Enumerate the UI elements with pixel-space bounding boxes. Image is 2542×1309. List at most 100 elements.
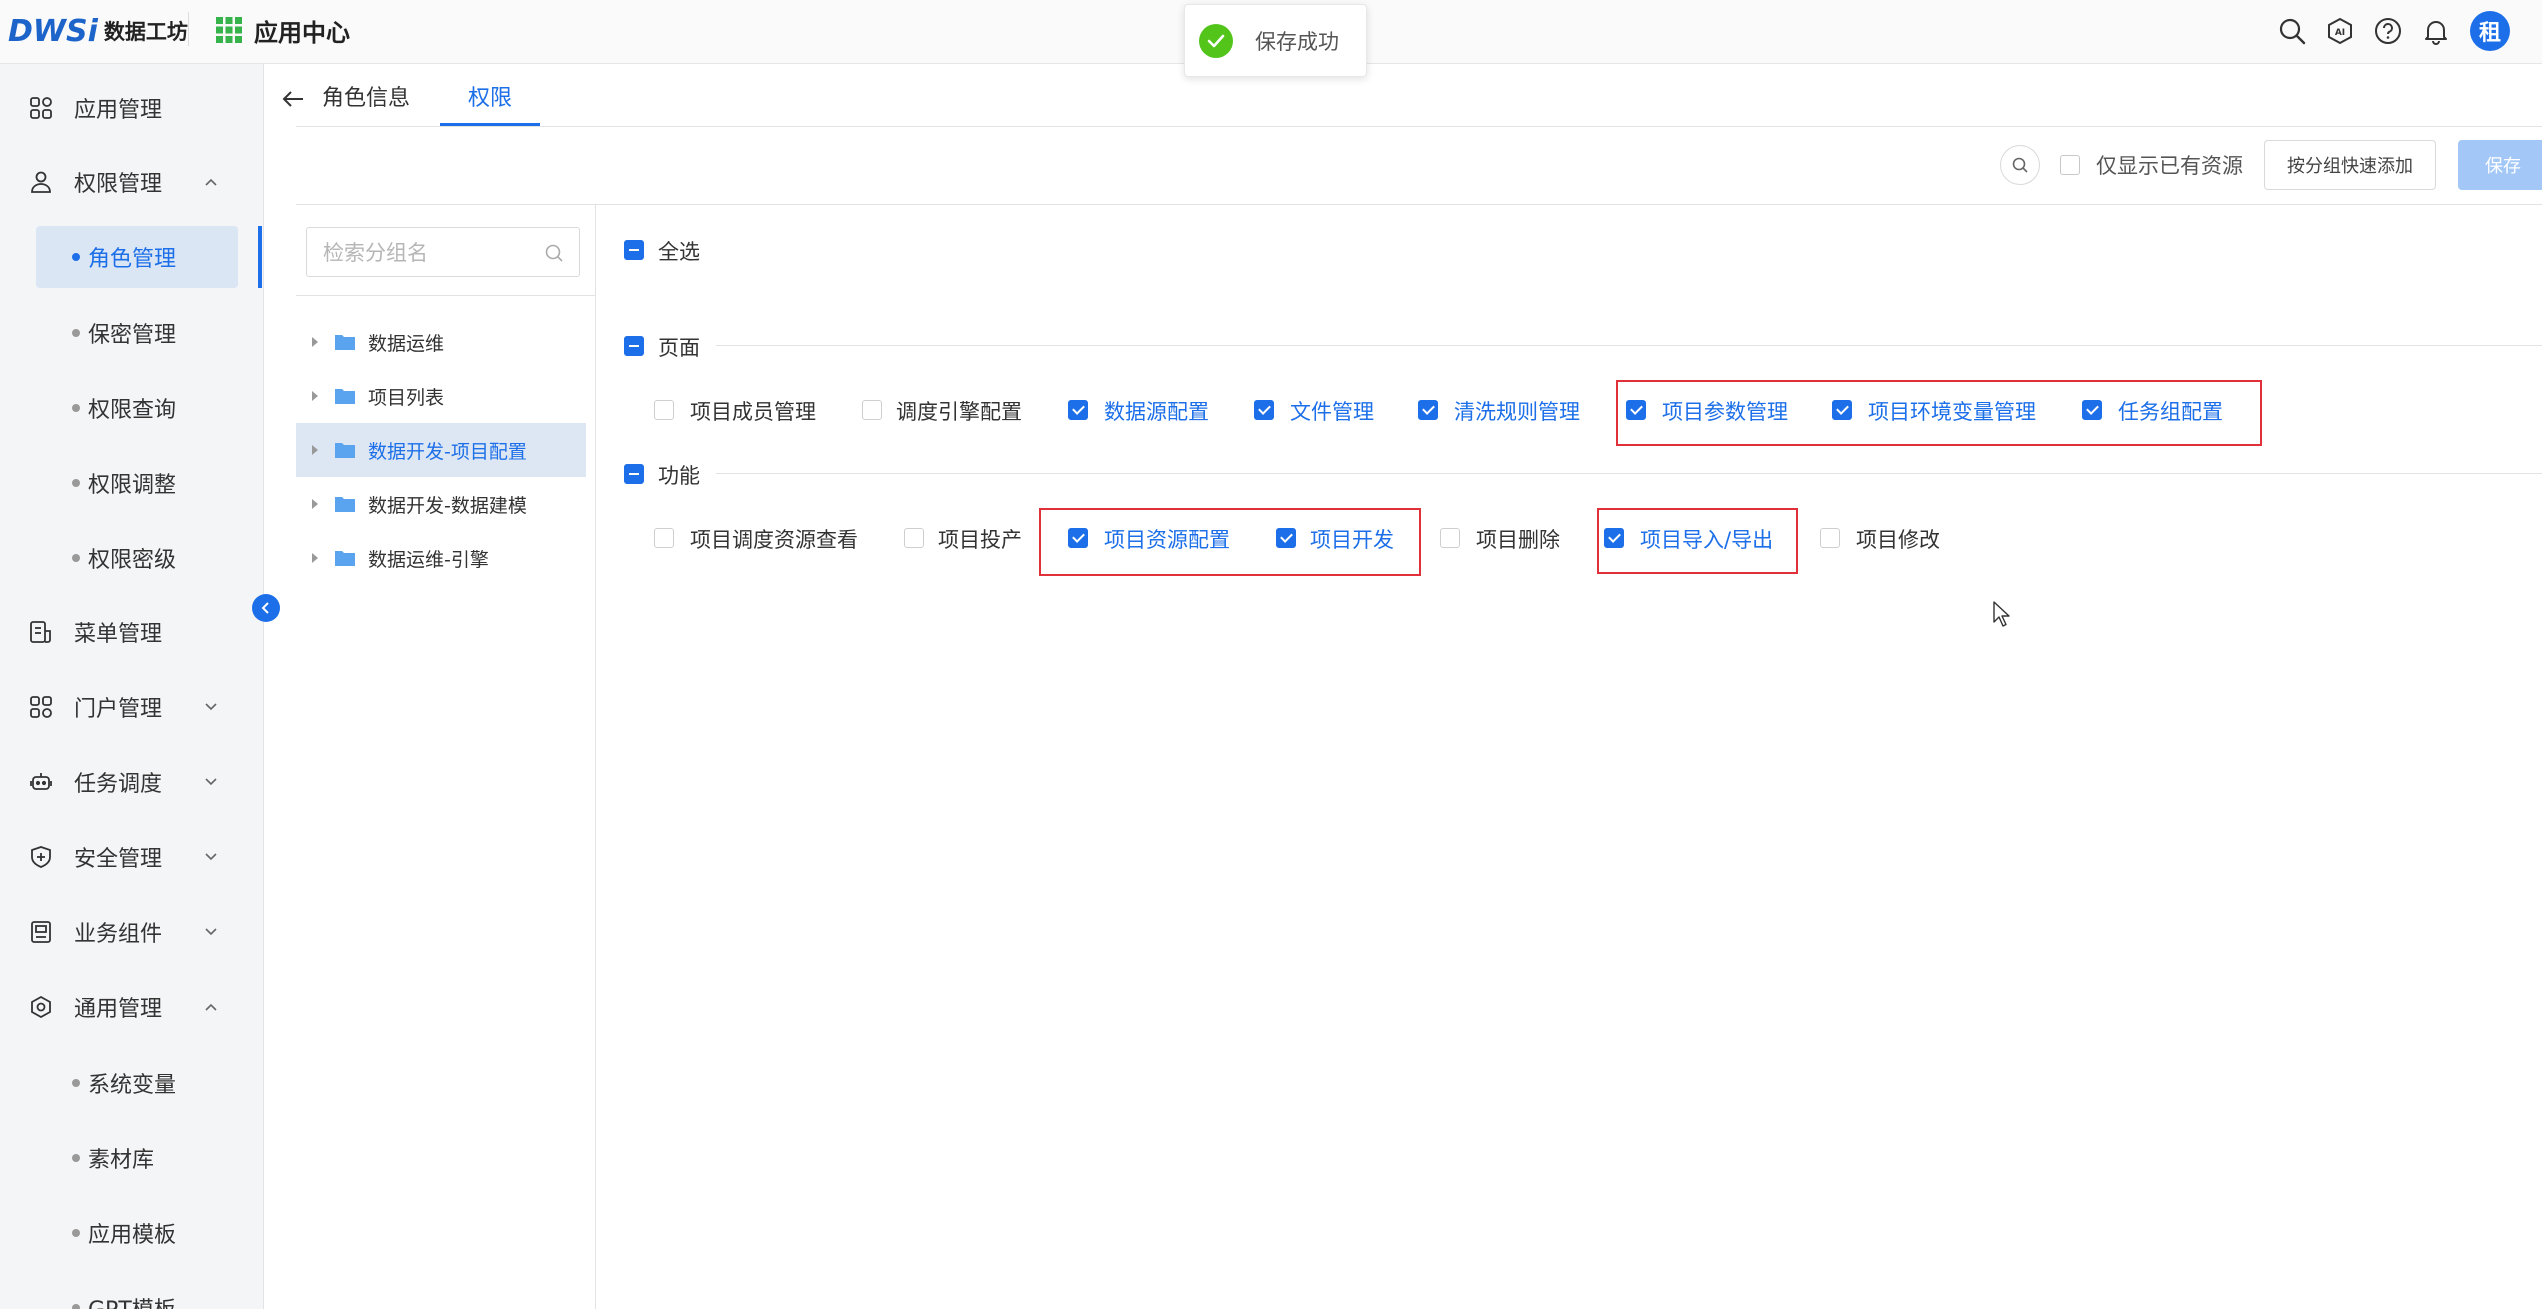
perm-label-project-delete[interactable]: 项目删除 [1476, 524, 1560, 554]
sidebar-collapse-button[interactable] [252, 594, 280, 622]
sidebar-item-permission-query[interactable]: 权限查询 [36, 377, 238, 439]
caret-right-icon[interactable] [312, 337, 318, 347]
perm-label-project-import-export[interactable]: 项目导入/导出 [1640, 524, 1773, 554]
sidebar-item-system-variables[interactable]: 系统变量 [36, 1052, 238, 1114]
only-existing-label[interactable]: 仅显示已有资源 [2096, 150, 2243, 180]
perm-checkbox-project-env-var-mgmt[interactable] [1832, 400, 1852, 420]
portal-icon [28, 694, 54, 720]
search-icon[interactable] [2278, 17, 2306, 45]
perm-label-file-mgmt[interactable]: 文件管理 [1290, 396, 1374, 426]
sidebar-item-asset-library[interactable]: 素材库 [36, 1127, 238, 1189]
perm-checkbox-task-group-config[interactable] [2082, 400, 2102, 420]
sidebar-item-label: 权限查询 [88, 398, 177, 423]
chevron-down-icon [200, 696, 222, 718]
select-all-checkbox[interactable] [624, 240, 644, 260]
page-section-title[interactable]: 页面 [658, 332, 700, 362]
chevron-down-icon [200, 771, 222, 793]
sidebar-item-app-management[interactable]: 应用管理 [0, 80, 264, 136]
sidebar-item-role-management[interactable]: 角色管理 [36, 226, 238, 288]
logo-subtitle: 数据工坊 [103, 20, 188, 44]
caret-right-icon[interactable] [312, 499, 318, 509]
perm-checkbox-project-resource-config[interactable] [1068, 528, 1088, 548]
back-button[interactable] [278, 84, 308, 114]
tree-node-ops-engine[interactable]: 数据运维-引擎 [296, 531, 586, 585]
sidebar-item-portal-management[interactable]: 门户管理 [0, 679, 264, 735]
group-search-input[interactable] [323, 238, 543, 268]
perm-checkbox-file-mgmt[interactable] [1254, 400, 1274, 420]
avatar[interactable]: 租 [2470, 11, 2510, 51]
perm-checkbox-project-delete[interactable] [1440, 528, 1460, 548]
success-check-icon [1199, 23, 1233, 58]
sidebar-item-label: 业务组件 [74, 922, 163, 947]
perm-checkbox-project-production[interactable] [904, 528, 924, 548]
perm-checkbox-project-sched-resource-view[interactable] [654, 528, 674, 548]
sidebar: 应用管理 权限管理 角色管理 保密管理 权限查询 权限调整 权限密级 菜单管理 [0, 64, 264, 1309]
tree-node-data-ops[interactable]: 数据运维 [296, 315, 586, 369]
perm-label-datasource-config[interactable]: 数据源配置 [1104, 396, 1209, 426]
perm-label-project-env-var-mgmt[interactable]: 项目环境变量管理 [1868, 396, 2036, 426]
sidebar-item-gpt-templates[interactable]: GPT模板 [36, 1277, 238, 1309]
only-existing-checkbox[interactable] [2060, 155, 2080, 175]
tree-node-dev-project-config[interactable]: 数据开发-项目配置 [296, 423, 586, 477]
perm-checkbox-scheduler-engine-config[interactable] [862, 400, 882, 420]
sidebar-item-general-management[interactable]: 通用管理 [0, 979, 264, 1035]
folder-icon [335, 497, 355, 512]
perm-label-project-development[interactable]: 项目开发 [1310, 524, 1394, 554]
function-section-divider [716, 473, 2542, 474]
chevron-down-icon [200, 921, 222, 943]
perm-checkbox-project-import-export[interactable] [1604, 528, 1624, 548]
sidebar-item-business-components[interactable]: 业务组件 [0, 904, 264, 960]
quick-add-by-group-button[interactable]: 按分组快速添加 [2264, 140, 2436, 190]
caret-right-icon[interactable] [312, 391, 318, 401]
sidebar-item-permission-level[interactable]: 权限密级 [36, 527, 238, 589]
caret-right-icon[interactable] [312, 445, 318, 455]
sidebar-item-permission-management[interactable]: 权限管理 [0, 154, 264, 210]
perm-checkbox-project-param-mgmt[interactable] [1626, 400, 1646, 420]
resource-search-button[interactable] [2000, 145, 2040, 185]
perm-checkbox-project-modify[interactable] [1820, 528, 1840, 548]
perm-checkbox-project-development[interactable] [1276, 528, 1296, 548]
perm-checkbox-project-member-mgmt[interactable] [654, 400, 674, 420]
sidebar-item-label: 任务调度 [74, 772, 163, 797]
sidebar-item-permission-adjust[interactable]: 权限调整 [36, 452, 238, 514]
settings-icon [28, 994, 54, 1020]
perm-label-project-sched-resource-view[interactable]: 项目调度资源查看 [690, 524, 858, 554]
select-all-label[interactable]: 全选 [658, 236, 700, 266]
perm-label-task-group-config[interactable]: 任务组配置 [2118, 396, 2223, 426]
user-lock-icon [28, 169, 54, 195]
function-section-checkbox[interactable] [624, 464, 644, 484]
perm-checkbox-datasource-config[interactable] [1068, 400, 1088, 420]
group-search-box[interactable] [306, 227, 580, 277]
sidebar-item-security-management[interactable]: 安全管理 [0, 829, 264, 885]
bullet-dot [72, 404, 80, 412]
perm-label-project-member-mgmt[interactable]: 项目成员管理 [690, 396, 816, 426]
help-icon[interactable] [2374, 17, 2402, 45]
sidebar-item-task-scheduling[interactable]: 任务调度 [0, 754, 264, 810]
sidebar-item-secrecy-management[interactable]: 保密管理 [36, 302, 238, 364]
perm-label-scheduler-engine-config[interactable]: 调度引擎配置 [896, 396, 1022, 426]
sidebar-item-menu-management[interactable]: 菜单管理 [0, 604, 264, 660]
perm-label-project-production[interactable]: 项目投产 [938, 524, 1022, 554]
tree-node-project-list[interactable]: 项目列表 [296, 369, 586, 423]
save-button[interactable]: 保存 [2458, 140, 2542, 190]
perm-label-cleaning-rule-mgmt[interactable]: 清洗规则管理 [1454, 396, 1580, 426]
function-section-title[interactable]: 功能 [658, 460, 700, 490]
tab-permission[interactable]: 权限 [440, 66, 540, 126]
perm-label-project-resource-config[interactable]: 项目资源配置 [1104, 524, 1230, 554]
dwsi-logo[interactable]: DWSi 数据工坊 [8, 10, 188, 52]
perm-label-project-param-mgmt[interactable]: 项目参数管理 [1662, 396, 1788, 426]
ai-icon[interactable]: AI [2326, 17, 2354, 45]
folder-icon [335, 551, 355, 566]
sidebar-item-label: GPT模板 [88, 1292, 176, 1309]
app-center-button[interactable]: 应用中心 [216, 10, 350, 50]
perm-checkbox-cleaning-rule-mgmt[interactable] [1418, 400, 1438, 420]
search-icon[interactable] [543, 242, 565, 264]
bell-icon[interactable] [2422, 17, 2450, 45]
bullet-dot [72, 1229, 80, 1237]
caret-right-icon[interactable] [312, 553, 318, 563]
page-section-checkbox[interactable] [624, 336, 644, 356]
tab-role-info[interactable]: 角色信息 [314, 66, 418, 126]
sidebar-item-app-templates[interactable]: 应用模板 [36, 1202, 238, 1264]
perm-label-project-modify[interactable]: 项目修改 [1856, 524, 1940, 554]
tree-node-dev-data-modeling[interactable]: 数据开发-数据建模 [296, 477, 586, 531]
